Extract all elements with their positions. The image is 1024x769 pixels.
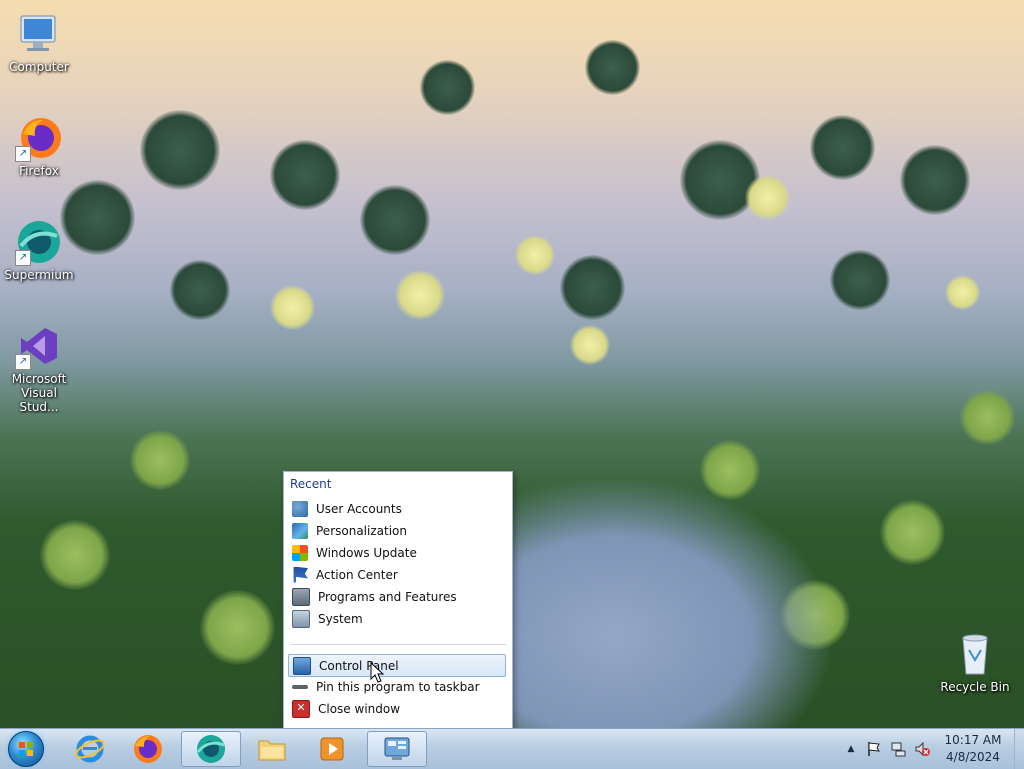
taskbar-clock[interactable]: 10:17 AM 4/8/2024 [936, 732, 1010, 766]
start-button[interactable] [4, 730, 48, 768]
windows-update-icon [292, 544, 308, 561]
taskbar-media-player[interactable] [304, 731, 360, 767]
pin-icon [292, 684, 308, 689]
system-icon [292, 609, 310, 628]
recycle-bin-icon [951, 630, 999, 678]
shortcut-arrow-icon: ↗ [15, 146, 31, 162]
show-desktop-button[interactable] [1014, 729, 1024, 769]
desktop-icon-firefox[interactable]: ↗ Firefox [1, 114, 77, 178]
jump-list-item-label: Control Panel [319, 658, 399, 673]
jump-list-item-label: System [318, 611, 363, 626]
jump-list-item-windows-update[interactable]: Windows Update [288, 542, 506, 563]
personalization-icon [292, 522, 308, 539]
jump-list-item-label: Action Center [316, 567, 398, 582]
user-accounts-icon [292, 500, 308, 517]
jump-list-item-action-center[interactable]: Action Center [288, 564, 506, 585]
desktop-icon-visual-studio[interactable]: ↗ Microsoft Visual Stud... [1, 322, 77, 414]
close-window-icon: ✕ [292, 699, 310, 718]
shortcut-arrow-icon: ↗ [15, 250, 31, 266]
taskbar-file-explorer[interactable] [244, 731, 300, 767]
visual-studio-icon: ↗ [15, 322, 63, 370]
computer-icon [15, 10, 63, 58]
programs-features-icon [292, 587, 310, 606]
firefox-icon: ↗ [15, 114, 63, 162]
desktop-icon-label: Microsoft Visual Stud... [11, 372, 67, 414]
jump-list-task-close-window[interactable]: ✕ Close window [288, 698, 506, 719]
taskbar-supermium[interactable] [181, 731, 241, 767]
jump-list-item-label: Programs and Features [318, 589, 457, 604]
jump-list-item-system[interactable]: System [288, 608, 506, 629]
jump-list-item-programs-and-features[interactable]: Programs and Features [288, 586, 506, 607]
jump-list-item-user-accounts[interactable]: User Accounts [288, 498, 506, 519]
action-center-flag-icon[interactable] [864, 729, 884, 769]
desktop-icon-supermium[interactable]: ↗ Supermium [1, 218, 77, 282]
jump-list-recent-heading: Recent [290, 477, 332, 491]
jump-list-item-personalization[interactable]: Personalization [288, 520, 506, 541]
folder-icon [258, 740, 286, 761]
control-panel-icon [384, 737, 410, 760]
desktop-icon-label: Supermium [4, 268, 74, 282]
jump-list-task-pin-to-taskbar[interactable]: Pin this program to taskbar [288, 676, 506, 697]
network-icon[interactable] [888, 729, 908, 769]
jump-list-task-control-panel[interactable]: Control Panel [288, 654, 506, 677]
clock-date: 4/8/2024 [946, 750, 1000, 764]
supermium-icon [196, 735, 225, 763]
mouse-cursor-icon [370, 662, 384, 683]
jump-list-divider [290, 644, 506, 645]
taskbar-internet-explorer[interactable] [62, 731, 118, 767]
action-center-flag-icon [293, 566, 308, 583]
firefox-icon [134, 735, 162, 763]
internet-explorer-icon [75, 735, 105, 763]
jump-list-item-label: Personalization [316, 523, 407, 538]
volume-muted-icon[interactable] [912, 729, 932, 769]
jump-list-item-label: Windows Update [316, 545, 417, 560]
supermium-icon: ↗ [15, 218, 63, 266]
control-panel-icon [293, 656, 311, 675]
desktop-icon-label: Recycle Bin [940, 680, 1010, 694]
taskbar: ▲ 10:17 AM 4/8/2024 [0, 728, 1024, 769]
desktop-icon-label: Computer [9, 60, 69, 74]
taskbar-control-panel[interactable] [367, 731, 427, 767]
show-hidden-icons-button[interactable]: ▲ [844, 729, 858, 769]
control-panel-jump-list: Recent User Accounts Personalization Win… [283, 471, 513, 729]
media-player-icon [320, 737, 344, 761]
desktop-icon-computer[interactable]: Computer [1, 10, 77, 74]
desktop-icon-label: Firefox [19, 164, 59, 178]
jump-list-item-label: User Accounts [316, 501, 402, 516]
desktop-icon-recycle-bin[interactable]: Recycle Bin [937, 630, 1013, 694]
jump-list-item-label: Close window [318, 701, 401, 716]
windows-logo-icon [8, 731, 44, 767]
taskbar-firefox[interactable] [120, 731, 176, 767]
clock-time: 10:17 AM [944, 733, 1002, 747]
shortcut-arrow-icon: ↗ [15, 354, 31, 370]
jump-list-item-label: Pin this program to taskbar [316, 679, 480, 694]
